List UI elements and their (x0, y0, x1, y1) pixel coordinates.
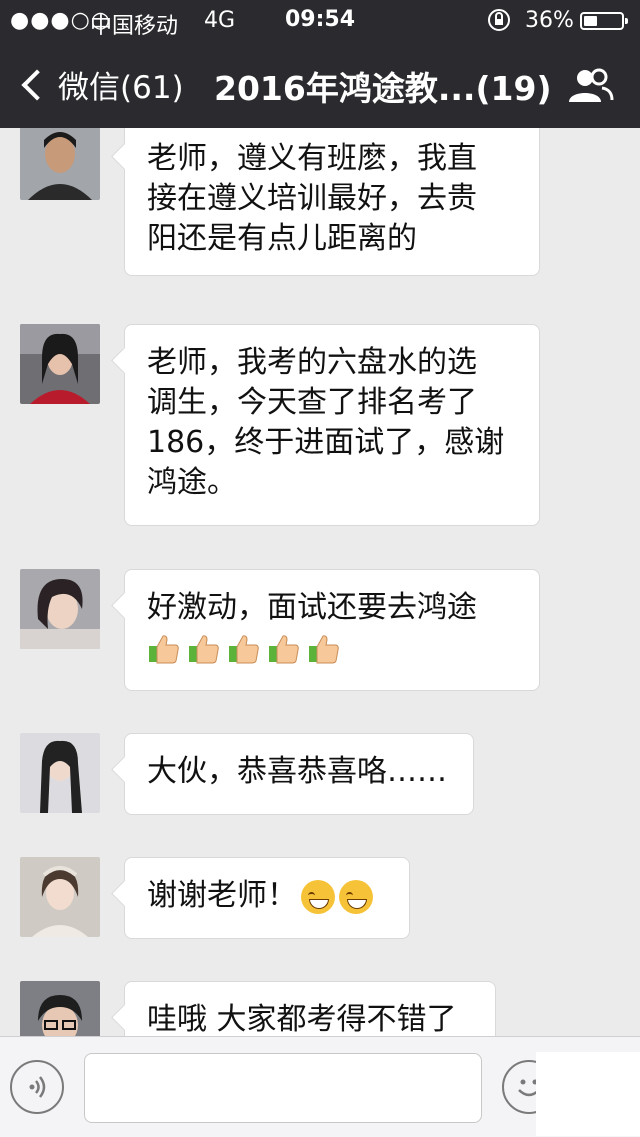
message-line: 186，终于进面试了，感谢 (147, 425, 505, 460)
message-line: 老师，我考的六盘水的选 (147, 345, 477, 380)
voice-wave-icon (29, 1076, 46, 1098)
rotation-lock-icon (486, 7, 512, 39)
thumbs-up-icon (269, 635, 299, 664)
battery-icon (580, 12, 628, 30)
avatar-woman-red[interactable] (20, 324, 100, 404)
back-label: 微信(61) (58, 70, 184, 106)
thumbs-up-icon (309, 635, 339, 664)
emoji-row (147, 632, 517, 666)
group-members-icon[interactable] (566, 66, 614, 106)
message-line: 大伙，恭喜恭喜咯…… (147, 754, 447, 789)
voice-input-button[interactable] (10, 1060, 64, 1114)
message-line: 好激动，面试还要去鸿途 (147, 590, 477, 625)
message-bubble[interactable]: 哇哦 大家都考得不错了 (124, 981, 496, 1036)
back-button[interactable]: 微信(61) (18, 62, 184, 107)
message-bubble[interactable]: 老师，遵义有班麽，我直 接在遵义培训最好，去贵 阳还是有点儿距离的 (124, 128, 540, 276)
chat-list[interactable]: 老师，遵义有班麽，我直 接在遵义培训最好，去贵 阳还是有点儿距离的 老师，我考的… (0, 128, 640, 1036)
chat-title: 2016年鸿途教...(19) (214, 69, 552, 108)
message-line: 调生，今天查了排名考了 (147, 385, 477, 420)
message-line: 鸿途。 (147, 465, 237, 500)
grin-emoji-icon (301, 879, 335, 914)
message-bubble[interactable]: 好激动，面试还要去鸿途 (124, 569, 540, 691)
message-line: 谢谢老师！ (147, 878, 297, 913)
message-line: 老师，遵义有班麽，我直 (147, 141, 477, 176)
avatar-man[interactable] (20, 128, 100, 200)
avatar-woman-selfie[interactable] (20, 569, 100, 649)
chevron-left-icon (21, 68, 53, 101)
message-line: 接在遵义培训最好，去贵 (147, 181, 477, 216)
message-bubble[interactable]: 老师，我考的六盘水的选 调生，今天查了排名考了 186，终于进面试了，感谢 鸿途… (124, 324, 540, 526)
message-line: 阳还是有点儿距离的 (147, 221, 417, 256)
thumbs-up-icon (229, 635, 259, 664)
thumbs-up-icon (149, 635, 179, 664)
avatar-girl-headband[interactable] (20, 857, 100, 937)
grin-emoji-icon (339, 879, 373, 914)
message-bubble[interactable]: 大伙，恭喜恭喜咯…… (124, 733, 474, 815)
avatar-woman-longhair[interactable] (20, 733, 100, 813)
status-bar: ●●●○○ 中国移动 4G 09:54 36% (0, 0, 640, 40)
battery-percent: 36% (525, 8, 574, 33)
message-bubble[interactable]: 谢谢老师！ (124, 857, 410, 939)
avatar-woman-glasses[interactable] (20, 981, 100, 1036)
message-input[interactable] (84, 1053, 482, 1123)
thumbs-up-icon (189, 635, 219, 664)
nav-bar: 微信(61) 2016年鸿途教...(19) (0, 40, 640, 128)
message-line: 哇哦 大家都考得不错了 (147, 1002, 457, 1036)
corner-overlay (536, 1052, 640, 1136)
